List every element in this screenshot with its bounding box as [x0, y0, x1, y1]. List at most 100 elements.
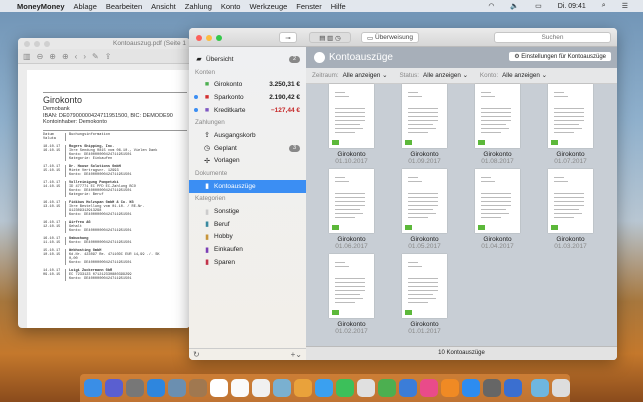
statement-card[interactable]: Girokonto 01.09.2017	[388, 84, 461, 165]
add-icon[interactable]: +⌄	[291, 350, 302, 359]
dock-mail-icon[interactable]	[168, 379, 186, 397]
statement-thumbnail[interactable]	[548, 169, 593, 233]
dock-launchpad-icon[interactable]	[126, 379, 144, 397]
statement-card[interactable]: Girokonto 01.05.2017	[388, 169, 461, 250]
share-icon[interactable]: ⇪	[105, 52, 112, 61]
sidebar-item-girokonto[interactable]: ■ Girokonto 3.250,31 €	[189, 78, 306, 91]
statement-card[interactable]: Girokonto 01.07.2017	[534, 84, 607, 165]
dock-maps-icon[interactable]	[273, 379, 291, 397]
statement-card[interactable]: Girokonto 01.10.2017	[315, 84, 388, 165]
statement-thumbnail[interactable]	[402, 254, 447, 318]
history-view-icon[interactable]: ◷	[335, 34, 341, 42]
zoom-in-icon[interactable]: ⊕	[49, 52, 56, 61]
dock-photos-icon[interactable]	[294, 379, 312, 397]
statement-thumbnail[interactable]	[548, 84, 593, 148]
statement-thumbnail[interactable]	[402, 84, 447, 148]
dock-app-store-icon[interactable]	[462, 379, 480, 397]
account-icon	[551, 140, 558, 145]
close-button[interactable]	[196, 35, 202, 41]
filter-dropdown-0[interactable]: Alle anzeigen ⌄	[343, 72, 388, 79]
notification-center-icon[interactable]: ☰	[622, 2, 628, 10]
sidebar-item-overview[interactable]: ▰ Übersicht 2	[189, 53, 306, 66]
app-menu[interactable]: MoneyMoney	[17, 2, 65, 11]
statement-card[interactable]: Girokonto 01.04.2017	[461, 169, 534, 250]
refresh-icon[interactable]: ↻	[193, 350, 200, 359]
chart-view-icon[interactable]: ▥	[327, 34, 333, 42]
dock-reminders-icon[interactable]	[252, 379, 270, 397]
statement-thumbnail[interactable]	[475, 169, 520, 233]
menu-zahlung[interactable]: Zahlung	[185, 2, 212, 11]
view-switcher[interactable]: ▤ ▥ ◷	[309, 32, 351, 43]
dock-calendar-icon[interactable]	[210, 379, 228, 397]
search-input[interactable]	[494, 32, 611, 43]
statement-card[interactable]: Girokonto 01.02.2017	[315, 254, 388, 335]
dock-numbers-icon[interactable]	[378, 379, 396, 397]
transfer-button[interactable]: ▭ Überweisung	[361, 32, 419, 43]
sidebar-item-vorlagen[interactable]: ✢ Vorlagen	[189, 155, 306, 168]
battery-icon[interactable]: ▭	[535, 2, 542, 10]
dock-notes-icon[interactable]	[231, 379, 249, 397]
thumb-line	[335, 124, 360, 125]
dock-downloads-icon[interactable]	[531, 379, 549, 397]
value-date: 13.10.15	[43, 204, 61, 209]
sidebar-item-beruf[interactable]: ▮ Beruf	[189, 218, 306, 231]
sidebar-item-kreditkarte[interactable]: ■ Kreditkarte −127,44 €	[189, 104, 306, 117]
sidebar-item-hobby[interactable]: ▮ Hobby	[189, 231, 306, 244]
sidebar-item-einkaufen[interactable]: ▮ Einkaufen	[189, 243, 306, 256]
sidebar-item-ausgangskorb[interactable]: ⇪ Ausgangskorb	[189, 129, 306, 142]
menu-fenster[interactable]: Fenster	[296, 2, 321, 11]
next-page-icon[interactable]: ›	[83, 52, 86, 61]
statement-thumbnail[interactable]	[329, 254, 374, 318]
filter-dropdown-2[interactable]: Alle anzeigen ⌄	[502, 72, 547, 79]
statement-card[interactable]: Girokonto 01.03.2017	[534, 169, 607, 250]
minimize-button[interactable]	[206, 35, 212, 41]
clock[interactable]: Di. 09:41	[558, 3, 586, 10]
dock-itunes-icon[interactable]	[420, 379, 438, 397]
dock-moneymoney-icon[interactable]	[504, 379, 522, 397]
statement-card[interactable]: Girokonto 01.08.2017	[461, 84, 534, 165]
wifi-icon[interactable]: ◠	[488, 2, 494, 10]
sidebar-item-sonstige[interactable]: ▮ Sonstige	[189, 205, 306, 218]
dock-messages-icon[interactable]	[315, 379, 333, 397]
statement-thumbnail[interactable]	[329, 169, 374, 233]
dock-contacts-icon[interactable]	[189, 379, 207, 397]
filter-dropdown-1[interactable]: Alle anzeigen ⌄	[423, 72, 468, 79]
menu-bearbeiten[interactable]: Bearbeiten	[106, 2, 142, 11]
sidebar-item-sparkonto[interactable]: ■ Sparkonto 2.190,42 €	[189, 91, 306, 104]
dock-pages-icon[interactable]	[357, 379, 375, 397]
dock-siri-icon[interactable]	[105, 379, 123, 397]
zoom-out-icon[interactable]: ⊖	[37, 52, 44, 61]
menu-hilfe[interactable]: Hilfe	[331, 2, 346, 11]
markup-icon[interactable]: ✎	[92, 52, 99, 61]
menu-ablage[interactable]: Ablage	[74, 2, 97, 11]
menu-ansicht[interactable]: Ansicht	[151, 2, 176, 11]
dock-ibooks-icon[interactable]	[441, 379, 459, 397]
menu-werkzeuge[interactable]: Werkzeuge	[249, 2, 287, 11]
sidebar-item-kontoauszuege[interactable]: ▮ Kontoauszüge	[189, 179, 306, 193]
statement-card[interactable]: Girokonto 01.01.2017	[388, 254, 461, 335]
zoom-button[interactable]	[216, 35, 222, 41]
statement-thumbnail[interactable]	[402, 169, 447, 233]
dock-safari-icon[interactable]	[147, 379, 165, 397]
thumb-line	[554, 201, 584, 202]
dock-finder-icon[interactable]	[84, 379, 102, 397]
sidebar-item-sparen[interactable]: ▮ Sparen	[189, 256, 306, 269]
sidebar-toggle-icon[interactable]: ▥	[23, 52, 31, 61]
spotlight-icon[interactable]: ⌕	[602, 2, 606, 10]
statement-settings-button[interactable]: ⚙ Einstellungen für Kontoauszüge	[509, 52, 611, 61]
statement-card[interactable]: Girokonto 01.06.2017	[315, 169, 388, 250]
dock-facetime-icon[interactable]	[336, 379, 354, 397]
menu-konto[interactable]: Konto	[221, 2, 241, 11]
key-button[interactable]: ⊸	[279, 32, 297, 43]
volume-icon[interactable]: 🔈	[510, 2, 519, 10]
prev-page-icon[interactable]: ‹	[75, 52, 78, 61]
statement-thumbnail[interactable]	[475, 84, 520, 148]
zoom-fit-icon[interactable]: ⊕	[62, 52, 69, 61]
sidebar-item-geplant[interactable]: ◷ Geplant 3	[189, 142, 306, 155]
dock-keynote-icon[interactable]	[399, 379, 417, 397]
dock-trash-icon[interactable]	[552, 379, 570, 397]
thumb-line	[335, 278, 365, 279]
dock-system-preferences-icon[interactable]	[483, 379, 501, 397]
statement-thumbnail[interactable]	[329, 84, 374, 148]
list-view-icon[interactable]: ▤	[319, 34, 325, 42]
